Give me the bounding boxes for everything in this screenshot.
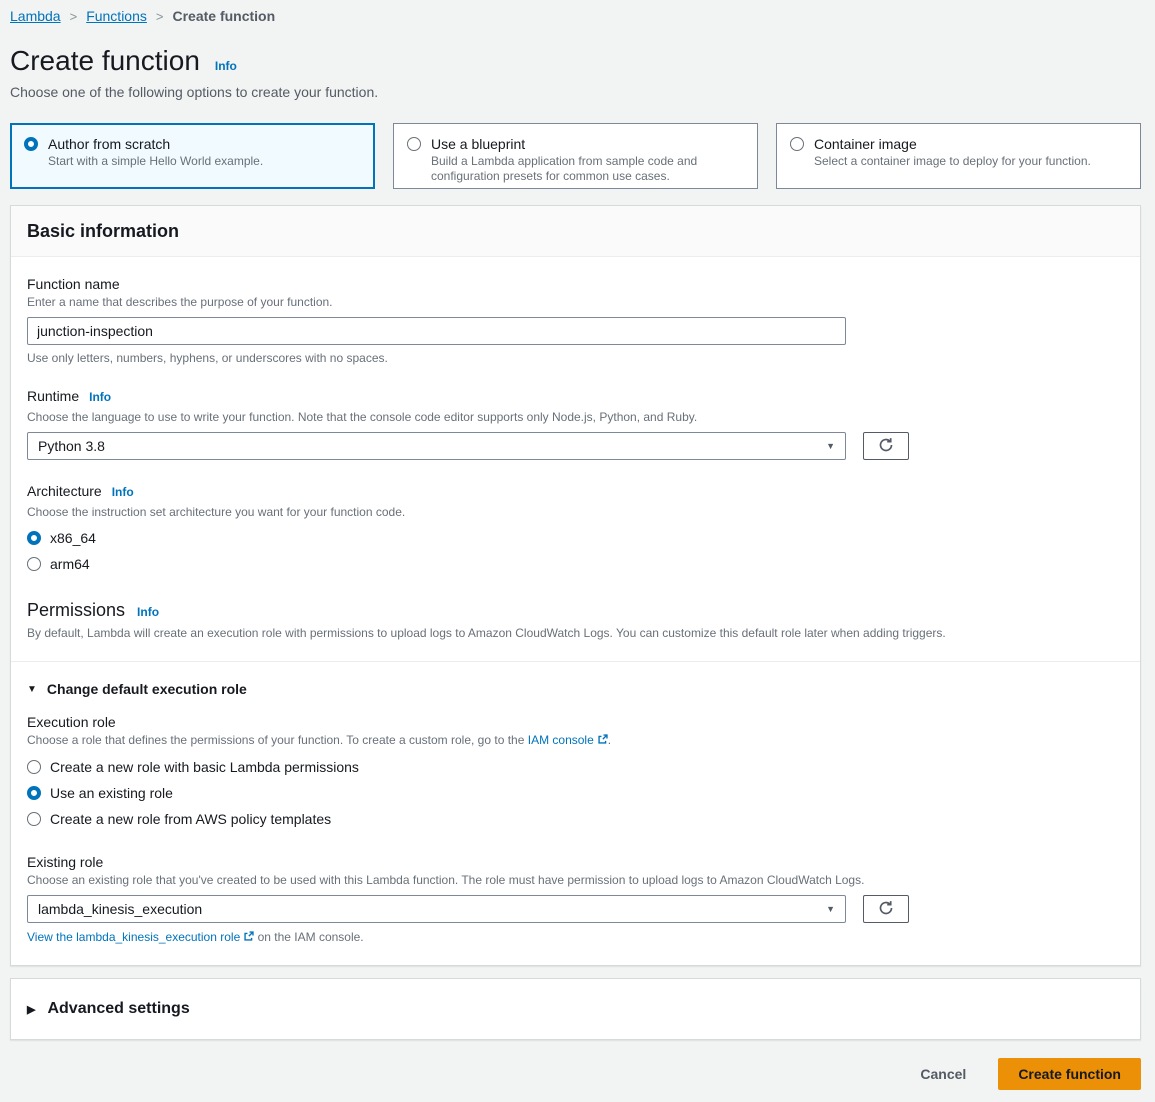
architecture-info-link[interactable]: Info (112, 485, 134, 499)
advanced-settings-card: ▶ Advanced settings (10, 978, 1141, 1040)
function-name-label: Function name (27, 276, 1124, 292)
page-subtitle: Choose one of the following options to c… (10, 84, 1141, 100)
architecture-field-group: Architecture Info Choose the instruction… (27, 483, 1124, 572)
radio-option-arm64[interactable]: arm64 (27, 556, 1124, 572)
permissions-heading-row: Permissions Info (27, 600, 1124, 621)
permissions-description: By default, Lambda will create an execut… (27, 626, 1124, 641)
basic-information-heading: Basic information (27, 221, 1124, 242)
cancel-button[interactable]: Cancel (914, 1065, 972, 1083)
radio-option-use-existing-role[interactable]: Use an existing role (27, 785, 1124, 801)
runtime-select[interactable]: Python 3.8 ▼ (27, 432, 846, 460)
caret-down-icon: ▼ (27, 684, 37, 695)
refresh-icon (878, 900, 894, 919)
breadcrumb-separator-icon: > (156, 9, 164, 24)
create-function-page: Lambda > Functions > Create function Cre… (0, 0, 1155, 1102)
dropdown-caret-icon: ▼ (826, 905, 835, 914)
radio-label: Use an existing role (50, 785, 173, 801)
runtime-info-link[interactable]: Info (89, 390, 111, 404)
execution-role-label: Execution role (27, 714, 1124, 730)
existing-role-refresh-button[interactable] (863, 895, 909, 923)
view-role-link[interactable]: View the lambda_kinesis_execution role (27, 930, 240, 944)
breadcrumb-link-lambda[interactable]: Lambda (10, 8, 61, 24)
execution-role-field-group: Execution role Choose a role that define… (27, 714, 1124, 827)
runtime-description: Choose the language to use to write your… (27, 410, 1124, 425)
function-name-field-group: Function name Enter a name that describe… (27, 276, 1124, 365)
tile-title: Container image (814, 135, 1091, 153)
tile-title: Author from scratch (48, 135, 263, 153)
tile-description: Build a Lambda application from sample c… (431, 154, 744, 184)
execution-role-description: Choose a role that defines the permissio… (27, 733, 1124, 749)
radio-author-from-scratch[interactable] (24, 137, 38, 151)
change-default-execution-role-expander[interactable]: ▼ Change default execution role (27, 681, 1124, 697)
basic-information-card: Basic information Function name Enter a … (10, 205, 1141, 966)
radio-create-new-role[interactable] (27, 760, 41, 774)
runtime-selected-value: Python 3.8 (38, 438, 105, 454)
page-title-info-link[interactable]: Info (215, 59, 237, 73)
external-link-icon (243, 931, 254, 945)
radio-use-existing-role[interactable] (27, 786, 41, 800)
runtime-refresh-button[interactable] (863, 432, 909, 460)
radio-container-image[interactable] (790, 137, 804, 151)
permissions-heading: Permissions (27, 600, 125, 621)
breadcrumb: Lambda > Functions > Create function (10, 8, 1141, 24)
breadcrumb-link-functions[interactable]: Functions (86, 8, 147, 24)
existing-role-description: Choose an existing role that you've crea… (27, 873, 1124, 888)
caret-right-icon: ▶ (27, 1003, 35, 1016)
radio-option-x86-64[interactable]: x86_64 (27, 530, 1124, 546)
breadcrumb-current: Create function (172, 8, 275, 24)
view-role-line: View the lambda_kinesis_execution role o… (27, 930, 1124, 945)
advanced-settings-label: Advanced settings (47, 1000, 189, 1018)
function-name-input[interactable] (27, 317, 846, 345)
radio-label: Create a new role from AWS policy templa… (50, 811, 331, 827)
refresh-icon (878, 437, 894, 456)
page-header: Create function Info (10, 45, 1141, 77)
tile-author-from-scratch[interactable]: Author from scratch Start with a simple … (10, 123, 375, 189)
expander-label: Change default execution role (47, 681, 247, 697)
function-name-description: Enter a name that describes the purpose … (27, 295, 1124, 310)
function-name-hint: Use only letters, numbers, hyphens, or u… (27, 351, 1124, 365)
permissions-info-link[interactable]: Info (137, 605, 159, 619)
tile-container-image[interactable]: Container image Select a container image… (776, 123, 1141, 189)
architecture-label: Architecture (27, 483, 102, 499)
breadcrumb-separator-icon: > (70, 9, 78, 24)
dropdown-caret-icon: ▼ (826, 442, 835, 451)
external-link-icon (597, 734, 608, 749)
creation-option-tiles: Author from scratch Start with a simple … (10, 123, 1141, 189)
tile-use-a-blueprint[interactable]: Use a blueprint Build a Lambda applicati… (393, 123, 758, 189)
radio-label: x86_64 (50, 530, 96, 546)
radio-option-policy-templates[interactable]: Create a new role from AWS policy templa… (27, 811, 1124, 827)
radio-x86-64[interactable] (27, 531, 41, 545)
advanced-settings-expander[interactable]: ▶ Advanced settings (27, 1000, 1124, 1018)
architecture-description: Choose the instruction set architecture … (27, 505, 1124, 520)
radio-use-a-blueprint[interactable] (407, 137, 421, 151)
radio-label: arm64 (50, 556, 90, 572)
radio-arm64[interactable] (27, 557, 41, 571)
existing-role-select[interactable]: lambda_kinesis_execution ▼ (27, 895, 846, 923)
radio-policy-templates[interactable] (27, 812, 41, 826)
create-function-button[interactable]: Create function (998, 1058, 1141, 1090)
tile-description: Select a container image to deploy for y… (814, 154, 1091, 169)
existing-role-selected-value: lambda_kinesis_execution (38, 901, 202, 917)
existing-role-field-group: Existing role Choose an existing role th… (27, 854, 1124, 945)
runtime-label: Runtime (27, 388, 79, 404)
radio-label: Create a new role with basic Lambda perm… (50, 759, 359, 775)
iam-console-link[interactable]: IAM console (528, 733, 594, 747)
tile-description: Start with a simple Hello World example. (48, 154, 263, 169)
footer-actions: Cancel Create function (10, 1058, 1141, 1102)
radio-option-create-new-role[interactable]: Create a new role with basic Lambda perm… (27, 759, 1124, 775)
basic-information-header: Basic information (11, 206, 1140, 257)
existing-role-label: Existing role (27, 854, 1124, 870)
page-title: Create function (10, 45, 200, 77)
runtime-field-group: Runtime Info Choose the language to use … (27, 388, 1124, 460)
tile-title: Use a blueprint (431, 135, 744, 153)
